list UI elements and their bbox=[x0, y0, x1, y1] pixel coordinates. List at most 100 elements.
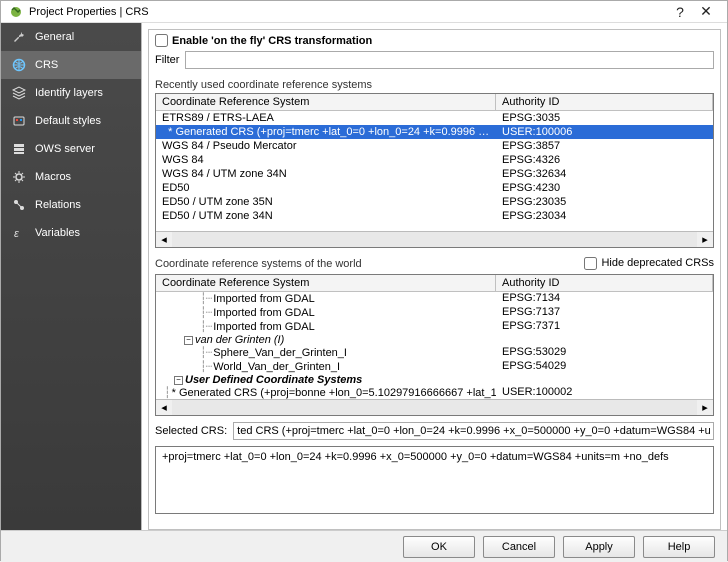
crs-cell: ED50 / UTM zone 35N bbox=[156, 196, 496, 208]
sidebar-item-variables[interactable]: ε Variables bbox=[1, 219, 141, 247]
col-crs[interactable]: Coordinate Reference System bbox=[156, 275, 496, 291]
globe-icon bbox=[11, 57, 27, 73]
crs-cell: ┆┈ World_Van_der_Grinten_I bbox=[156, 360, 496, 374]
world-crs-tree[interactable]: Coordinate Reference System Authority ID… bbox=[155, 274, 714, 416]
palette-icon bbox=[11, 113, 27, 129]
auth-cell bbox=[496, 334, 713, 346]
crs-cell: ┆ * Generated CRS (+proj=bonne +lon_0=5.… bbox=[156, 386, 496, 399]
tree-item[interactable]: ┆┈ Imported from GDALEPSG:7137 bbox=[156, 306, 713, 320]
table-row[interactable]: WGS 84EPSG:4326 bbox=[156, 153, 713, 167]
tree-item[interactable]: ┆┈ Imported from GDALEPSG:7134 bbox=[156, 292, 713, 306]
sidebar-item-label: Identify layers bbox=[35, 87, 103, 99]
table-row[interactable]: WGS 84 / Pseudo MercatorEPSG:3857 bbox=[156, 139, 713, 153]
gear-icon bbox=[11, 169, 27, 185]
auth-cell: EPSG:32634 bbox=[496, 168, 713, 180]
enable-otf-checkbox[interactable] bbox=[155, 34, 168, 47]
crs-groupbox: Enable 'on the fly' CRS transformation F… bbox=[148, 29, 721, 530]
sidebar-item-label: General bbox=[35, 31, 74, 43]
proj-string-text: +proj=tmerc +lat_0=0 +lon_0=24 +k=0.9996… bbox=[162, 451, 669, 463]
auth-cell: EPSG:4326 bbox=[496, 154, 713, 166]
crs-cell: ED50 / UTM zone 34N bbox=[156, 210, 496, 222]
expander-icon[interactable]: − bbox=[184, 336, 193, 345]
recent-hscroll[interactable]: ◂ ▸ bbox=[156, 231, 713, 247]
sidebar-item-macros[interactable]: Macros bbox=[1, 163, 141, 191]
world-hscroll[interactable]: ◂ ▸ bbox=[156, 399, 713, 415]
expander-icon[interactable]: − bbox=[174, 376, 183, 385]
auth-cell: EPSG:7371 bbox=[496, 320, 713, 334]
sidebar-item-label: Default styles bbox=[35, 115, 101, 127]
scroll-left-icon[interactable]: ◂ bbox=[156, 232, 172, 248]
filter-input[interactable] bbox=[185, 51, 714, 69]
table-row[interactable]: ED50 / UTM zone 34NEPSG:23034 bbox=[156, 209, 713, 223]
main-panel: Enable 'on the fly' CRS transformation F… bbox=[141, 23, 727, 530]
sidebar-item-label: Macros bbox=[35, 171, 71, 183]
table-row[interactable]: * Generated CRS (+proj=tmerc +lat_0=0 +l… bbox=[156, 125, 713, 139]
sidebar-item-label: Relations bbox=[35, 199, 81, 211]
ok-button[interactable]: OK bbox=[403, 536, 475, 558]
crs-cell: ┆┈ Imported from GDAL bbox=[156, 306, 496, 320]
sidebar-item-styles[interactable]: Default styles bbox=[1, 107, 141, 135]
auth-cell: EPSG:54029 bbox=[496, 360, 713, 374]
table-row[interactable]: ED50 / UTM zone 35NEPSG:23035 bbox=[156, 195, 713, 209]
window-title: Project Properties | CRS bbox=[29, 6, 667, 18]
auth-cell: EPSG:23034 bbox=[496, 210, 713, 222]
dialog-button-bar: OK Cancel Apply Help bbox=[1, 530, 727, 562]
scroll-left-icon[interactable]: ◂ bbox=[156, 400, 172, 416]
apply-button[interactable]: Apply bbox=[563, 536, 635, 558]
crs-cell: * Generated CRS (+proj=tmerc +lat_0=0 +l… bbox=[156, 126, 496, 138]
hide-deprecated-checkbox[interactable] bbox=[584, 257, 597, 270]
tree-item[interactable]: ┆┈ Imported from GDALEPSG:7371 bbox=[156, 320, 713, 334]
col-auth[interactable]: Authority ID bbox=[496, 275, 713, 291]
auth-cell: USER:100002 bbox=[496, 386, 713, 399]
crs-cell: ┆┈ Imported from GDAL bbox=[156, 292, 496, 306]
sidebar-item-relations[interactable]: Relations bbox=[1, 191, 141, 219]
hide-deprecated-label: Hide deprecated CRSs bbox=[601, 257, 714, 269]
scroll-right-icon[interactable]: ▸ bbox=[697, 232, 713, 248]
wrench-icon bbox=[11, 29, 27, 45]
close-icon[interactable]: ✕ bbox=[693, 3, 719, 20]
col-auth[interactable]: Authority ID bbox=[496, 94, 713, 110]
sidebar-item-crs[interactable]: CRS bbox=[1, 51, 141, 79]
auth-cell: USER:100006 bbox=[496, 126, 713, 138]
col-crs[interactable]: Coordinate Reference System bbox=[156, 94, 496, 110]
crs-cell: WGS 84 / Pseudo Mercator bbox=[156, 140, 496, 152]
tree-item[interactable]: ┆┈ World_Van_der_Grinten_IEPSG:54029 bbox=[156, 360, 713, 374]
sidebar: General CRS Identify layers Default styl… bbox=[1, 23, 141, 530]
recent-crs-label: Recently used coordinate reference syste… bbox=[155, 79, 714, 91]
crs-cell: ┆┈ Imported from GDAL bbox=[156, 320, 496, 334]
help-icon[interactable]: ? bbox=[667, 4, 693, 20]
tree-item[interactable]: ┆┈ Sphere_Van_der_Grinten_IEPSG:53029 bbox=[156, 346, 713, 360]
help-button[interactable]: Help bbox=[643, 536, 715, 558]
tree-item[interactable]: ┆ * Generated CRS (+proj=bonne +lon_0=5.… bbox=[156, 386, 713, 399]
recent-list-header: Coordinate Reference System Authority ID bbox=[156, 94, 713, 111]
layers-icon bbox=[11, 85, 27, 101]
tree-item[interactable]: − van der Grinten (I) bbox=[156, 334, 713, 346]
sidebar-item-label: CRS bbox=[35, 59, 58, 71]
selected-crs-label: Selected CRS: bbox=[155, 425, 227, 437]
enable-otf-label: Enable 'on the fly' CRS transformation bbox=[172, 35, 372, 47]
sidebar-item-label: OWS server bbox=[35, 143, 95, 155]
proj-string-box: +proj=tmerc +lat_0=0 +lon_0=24 +k=0.9996… bbox=[155, 446, 714, 514]
cancel-button[interactable]: Cancel bbox=[483, 536, 555, 558]
table-row[interactable]: WGS 84 / UTM zone 34NEPSG:32634 bbox=[156, 167, 713, 181]
auth-cell: EPSG:3857 bbox=[496, 140, 713, 152]
crs-cell: WGS 84 / UTM zone 34N bbox=[156, 168, 496, 180]
server-icon bbox=[11, 141, 27, 157]
hide-deprecated-row: Hide deprecated CRSs bbox=[584, 257, 714, 270]
svg-text:ε: ε bbox=[14, 228, 19, 240]
table-row[interactable]: ED50EPSG:4230 bbox=[156, 181, 713, 195]
table-row[interactable]: ETRS89 / ETRS-LAEAEPSG:3035 bbox=[156, 111, 713, 125]
auth-cell bbox=[496, 374, 713, 386]
sidebar-item-ows[interactable]: OWS server bbox=[1, 135, 141, 163]
scroll-right-icon[interactable]: ▸ bbox=[697, 400, 713, 416]
sidebar-item-identify[interactable]: Identify layers bbox=[1, 79, 141, 107]
selected-crs-field[interactable] bbox=[233, 422, 714, 440]
auth-cell: EPSG:3035 bbox=[496, 112, 713, 124]
auth-cell: EPSG:53029 bbox=[496, 346, 713, 360]
auth-cell: EPSG:4230 bbox=[496, 182, 713, 194]
auth-cell: EPSG:7134 bbox=[496, 292, 713, 306]
recent-crs-list[interactable]: Coordinate Reference System Authority ID… bbox=[155, 93, 714, 248]
sidebar-item-general[interactable]: General bbox=[1, 23, 141, 51]
tree-item[interactable]: − User Defined Coordinate Systems bbox=[156, 374, 713, 386]
relations-icon bbox=[11, 197, 27, 213]
